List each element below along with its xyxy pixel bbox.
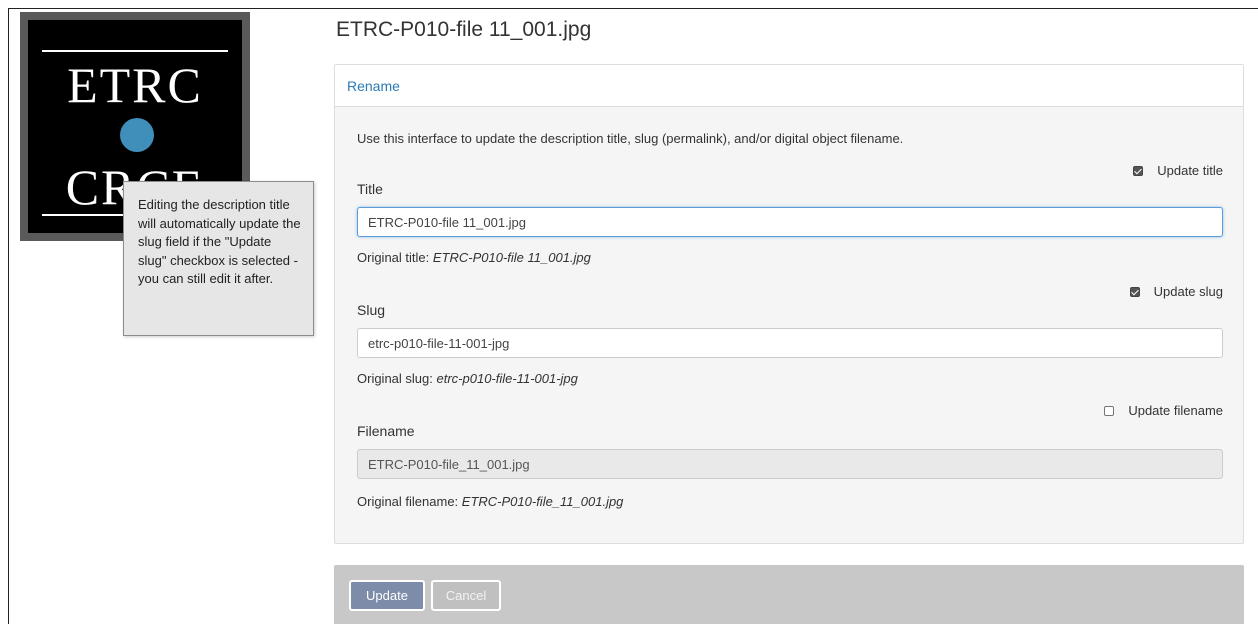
- update-button[interactable]: Update: [349, 580, 425, 611]
- original-title-value: ETRC-P010-file 11_001.jpg: [432, 250, 591, 265]
- update-filename-option[interactable]: Update filename: [1104, 403, 1223, 418]
- rename-panel: Rename Use this interface to update the …: [334, 64, 1244, 544]
- title-input[interactable]: [357, 207, 1223, 237]
- page-title: ETRC-P010-file 11_001.jpg: [336, 18, 592, 41]
- update-slug-label: Update slug: [1153, 284, 1223, 299]
- logo-dot: [120, 118, 154, 152]
- logo-text-top: ETRC: [67, 57, 203, 113]
- original-title: Original title: ETRC-P010-file 11_001.jp…: [357, 250, 591, 265]
- slug-label: Slug: [357, 302, 386, 318]
- filename-input: [357, 449, 1223, 479]
- intro-text: Use this interface to update the descrip…: [357, 131, 904, 146]
- update-title-checkbox[interactable]: [1133, 165, 1144, 176]
- update-filename-label: Update filename: [1128, 403, 1223, 418]
- original-title-prefix: Original title:: [357, 250, 430, 265]
- update-slug-option[interactable]: Update slug: [1129, 284, 1223, 299]
- slug-tooltip: Editing the description title will autom…: [123, 181, 314, 336]
- original-slug-value: etrc-p010-file-11-001-jpg: [436, 371, 578, 386]
- update-title-label: Update title: [1157, 163, 1223, 178]
- update-slug-checkbox[interactable]: [1129, 286, 1140, 297]
- logo-rule-top: [42, 50, 228, 52]
- title-label: Title: [357, 181, 383, 197]
- form-actions: Update Cancel: [334, 565, 1244, 624]
- original-slug-prefix: Original slug:: [357, 371, 433, 386]
- original-filename-value: ETRC-P010-file_11_001.jpg: [461, 494, 624, 509]
- update-filename-checkbox[interactable]: [1104, 405, 1115, 416]
- filename-label: Filename: [357, 423, 415, 439]
- panel-heading[interactable]: Rename: [335, 65, 1243, 107]
- update-title-option[interactable]: Update title: [1133, 163, 1223, 178]
- original-filename: Original filename: ETRC-P010-file_11_001…: [357, 494, 623, 509]
- cancel-button[interactable]: Cancel: [431, 580, 501, 611]
- original-slug: Original slug: etrc-p010-file-11-001-jpg: [357, 371, 578, 386]
- slug-input[interactable]: [357, 328, 1223, 358]
- original-filename-prefix: Original filename:: [357, 494, 459, 509]
